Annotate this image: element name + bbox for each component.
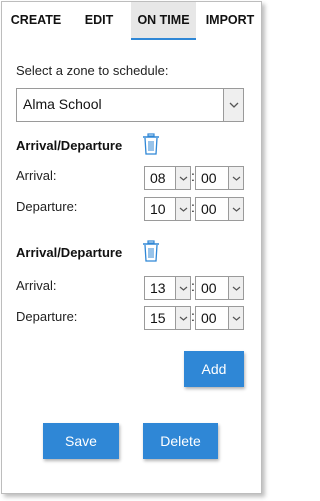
- arrival-label: Arrival:: [16, 278, 57, 293]
- trash-icon[interactable]: [142, 133, 160, 155]
- arrival-minute-select[interactable]: 00: [195, 166, 244, 190]
- chevron-down-icon[interactable]: [228, 307, 243, 329]
- schedule-heading: Arrival/Departure: [16, 245, 123, 260]
- zone-prompt-label: Select a zone to schedule:: [16, 63, 169, 78]
- tab-edit[interactable]: EDIT: [72, 2, 126, 38]
- arrival-minute-select[interactable]: 00: [195, 276, 244, 300]
- arrival-minute-value: 00: [201, 280, 217, 296]
- departure-label: Departure:: [16, 199, 78, 214]
- departure-label: Departure:: [16, 309, 78, 324]
- departure-hour-value: 15: [150, 310, 166, 326]
- departure-minute-value: 00: [201, 310, 217, 326]
- chevron-down-icon[interactable]: [223, 89, 243, 121]
- delete-button[interactable]: Delete: [143, 423, 218, 459]
- zone-select[interactable]: Alma School: [16, 88, 244, 122]
- arrival-hour-value: 13: [150, 280, 166, 296]
- departure-minute-select[interactable]: 00: [195, 197, 244, 221]
- chevron-down-icon[interactable]: [228, 167, 243, 189]
- arrival-minute-value: 00: [201, 170, 217, 186]
- departure-hour-select[interactable]: 10: [144, 197, 191, 221]
- arrival-hour-select[interactable]: 13: [144, 276, 191, 300]
- tab-bar: CREATE EDIT ON TIME IMPORT: [2, 2, 261, 40]
- save-button[interactable]: Save: [43, 423, 119, 459]
- chevron-down-icon[interactable]: [228, 277, 243, 299]
- tab-create[interactable]: CREATE: [6, 2, 66, 38]
- chevron-down-icon[interactable]: [175, 307, 190, 329]
- departure-minute-select[interactable]: 00: [195, 306, 244, 330]
- tab-import[interactable]: IMPORT: [198, 2, 261, 38]
- tab-on-time[interactable]: ON TIME: [131, 2, 196, 40]
- zone-select-value: Alma School: [23, 96, 102, 112]
- arrival-label: Arrival:: [16, 168, 57, 183]
- trash-icon[interactable]: [142, 240, 160, 262]
- schedule-heading: Arrival/Departure: [16, 138, 123, 153]
- arrival-hour-value: 08: [150, 170, 166, 186]
- chevron-down-icon[interactable]: [175, 198, 190, 220]
- chevron-down-icon[interactable]: [175, 277, 190, 299]
- chevron-down-icon[interactable]: [175, 167, 190, 189]
- add-button[interactable]: Add: [184, 351, 244, 387]
- departure-hour-value: 10: [150, 201, 166, 217]
- on-time-panel: CREATE EDIT ON TIME IMPORT Select a zone…: [1, 1, 262, 494]
- chevron-down-icon[interactable]: [228, 198, 243, 220]
- arrival-hour-select[interactable]: 08: [144, 166, 191, 190]
- departure-minute-value: 00: [201, 201, 217, 217]
- departure-hour-select[interactable]: 15: [144, 306, 191, 330]
